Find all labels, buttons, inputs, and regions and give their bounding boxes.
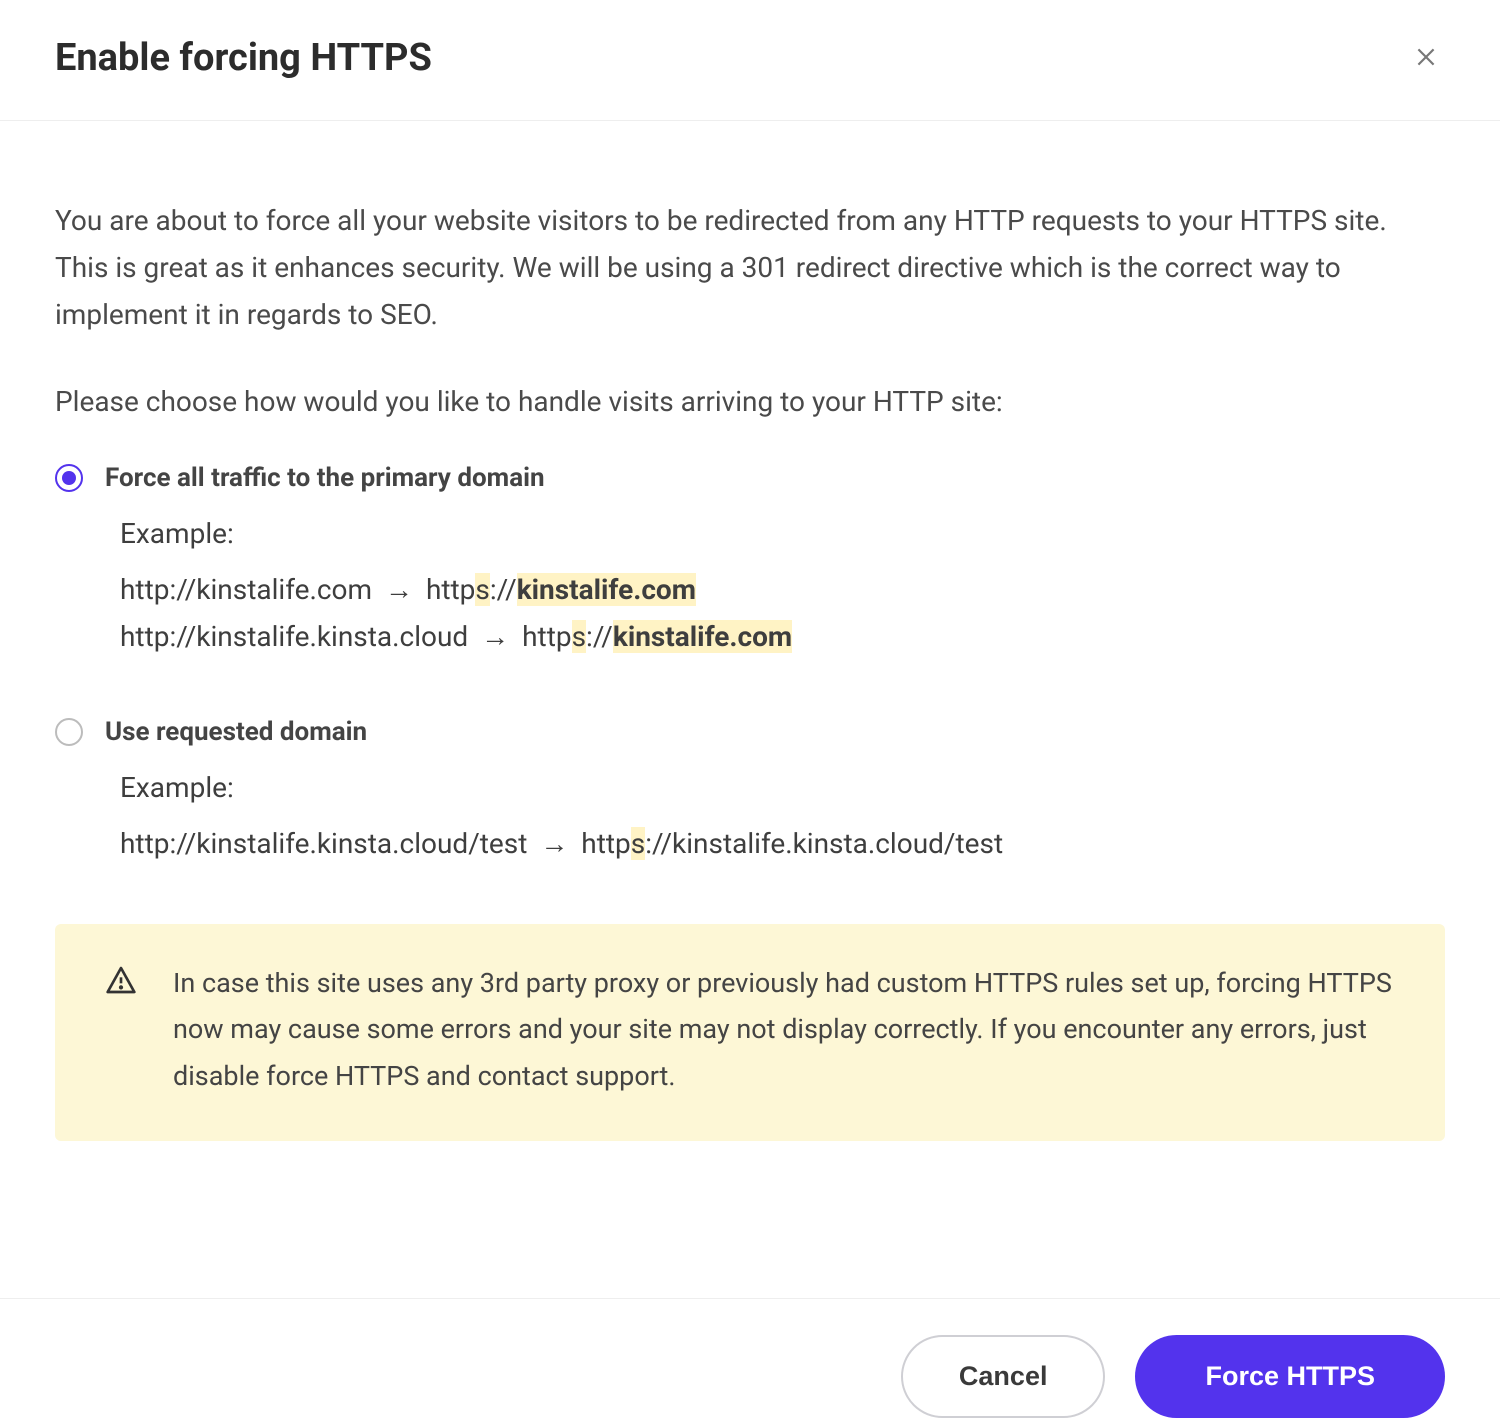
option-label: Use requested domain	[105, 717, 367, 747]
close-button[interactable]	[1407, 38, 1445, 79]
radio-icon	[55, 718, 83, 746]
warning-banner: In case this site uses any 3rd party pro…	[55, 924, 1445, 1141]
example-to-s: s	[572, 620, 586, 653]
example-line: http://kinstalife.kinsta.cloud → https:/…	[120, 613, 1445, 661]
example-to-rest: ://kinstalife.kinsta.cloud/test	[645, 827, 1003, 860]
example-to-host: kinstalife.com	[517, 573, 696, 606]
option-example-block: Example: http://kinstalife.kinsta.cloud/…	[55, 771, 1445, 868]
arrow-icon: →	[385, 573, 413, 606]
radio-force-primary[interactable]: Force all traffic to the primary domain	[55, 463, 1445, 493]
example-to-prefix: http	[522, 620, 571, 653]
example-from: http://kinstalife.kinsta.cloud/test	[120, 827, 527, 860]
arrow-icon: →	[481, 620, 509, 653]
example-to-host: kinstalife.com	[613, 620, 792, 653]
modal-footer: Cancel Force HTTPS	[0, 1298, 1500, 1418]
arrow-icon: →	[540, 827, 568, 860]
close-icon	[1413, 58, 1439, 73]
example-to-scheme: ://	[586, 620, 613, 653]
option-use-requested: Use requested domain Example: http://kin…	[55, 717, 1445, 868]
warning-text: In case this site uses any 3rd party pro…	[173, 960, 1395, 1099]
example-to-s: s	[475, 573, 489, 606]
radio-icon	[55, 464, 83, 492]
warning-icon	[105, 964, 137, 1099]
example-to-prefix: http	[426, 573, 475, 606]
modal-header: Enable forcing HTTPS	[0, 0, 1500, 121]
radio-use-requested[interactable]: Use requested domain	[55, 717, 1445, 747]
example-to-prefix: http	[581, 827, 630, 860]
example-to-s: s	[631, 827, 645, 860]
example-line: http://kinstalife.com → https://kinstali…	[120, 566, 1445, 614]
force-https-modal: Enable forcing HTTPS You are about to fo…	[0, 0, 1500, 1418]
force-https-button[interactable]: Force HTTPS	[1135, 1335, 1445, 1418]
choose-text: Please choose how would you like to hand…	[55, 380, 1445, 425]
option-example-block: Example: http://kinstalife.com → https:/…	[55, 517, 1445, 661]
option-force-primary: Force all traffic to the primary domain …	[55, 463, 1445, 661]
example-heading: Example:	[120, 517, 1445, 550]
example-to-scheme: ://	[490, 573, 517, 606]
example-from: http://kinstalife.com	[120, 573, 372, 606]
example-from: http://kinstalife.kinsta.cloud	[120, 620, 468, 653]
example-line: http://kinstalife.kinsta.cloud/test → ht…	[120, 820, 1445, 868]
option-label: Force all traffic to the primary domain	[105, 463, 545, 493]
modal-body: You are about to force all your website …	[0, 121, 1500, 1298]
cancel-button[interactable]: Cancel	[901, 1335, 1106, 1418]
example-heading: Example:	[120, 771, 1445, 804]
intro-text: You are about to force all your website …	[55, 197, 1445, 338]
modal-title: Enable forcing HTTPS	[55, 36, 432, 80]
